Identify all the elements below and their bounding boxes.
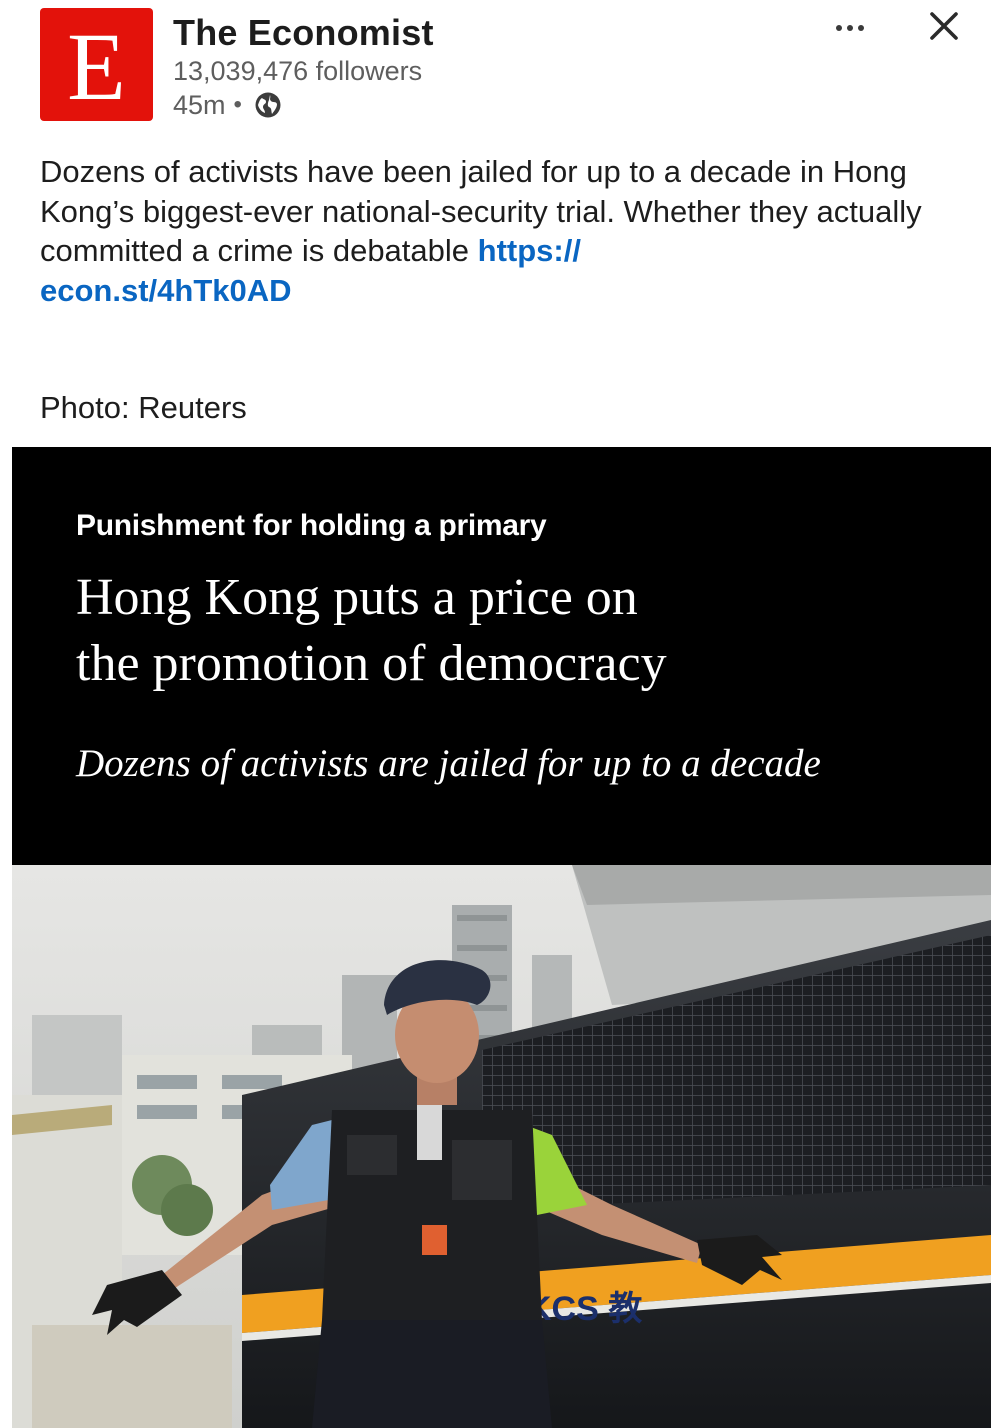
- close-icon: [930, 12, 958, 40]
- close-button[interactable]: [918, 4, 970, 48]
- meta-separator: •: [233, 91, 242, 118]
- link-part-2: econ.st/4hTk0AD: [40, 272, 292, 308]
- van-text: KCS 教: [527, 1290, 642, 1328]
- article-kicker: Punishment for holding a primary: [76, 509, 547, 542]
- photo-credit: Photo: Reuters: [40, 390, 247, 425]
- link-part-1: https://: [477, 233, 581, 268]
- logo-letter: E: [67, 12, 126, 120]
- post-header: E The Economist 13,039,476 followers 45m…: [0, 0, 1000, 130]
- post-meta: 45m •: [173, 88, 282, 122]
- post-body: Dozens of activists have been jailed for…: [40, 152, 940, 310]
- article-headline: Hong Kong puts a price on the promotion …: [76, 565, 896, 697]
- more-options-button[interactable]: [825, 8, 875, 48]
- headline-banner: Punishment for holding a primary Hong Ko…: [12, 447, 991, 865]
- more-dot: [858, 25, 864, 31]
- news-photo: KCS 教: [12, 865, 991, 1428]
- more-dot: [847, 25, 853, 31]
- author-name[interactable]: The Economist: [173, 12, 434, 54]
- economist-logo[interactable]: E: [40, 8, 153, 121]
- article-rubric: Dozens of activists are jailed for up to…: [76, 742, 821, 785]
- more-horizontal-icon: [836, 25, 842, 31]
- post-time: 45m: [173, 89, 226, 120]
- headline-line-1: Hong Kong puts a price on: [76, 569, 638, 626]
- globe-icon: [255, 92, 281, 118]
- follower-count: 13,039,476 followers: [173, 56, 423, 86]
- article-image[interactable]: Punishment for holding a primary Hong Ko…: [12, 447, 991, 1428]
- headline-line-2: the promotion of democracy: [76, 635, 667, 692]
